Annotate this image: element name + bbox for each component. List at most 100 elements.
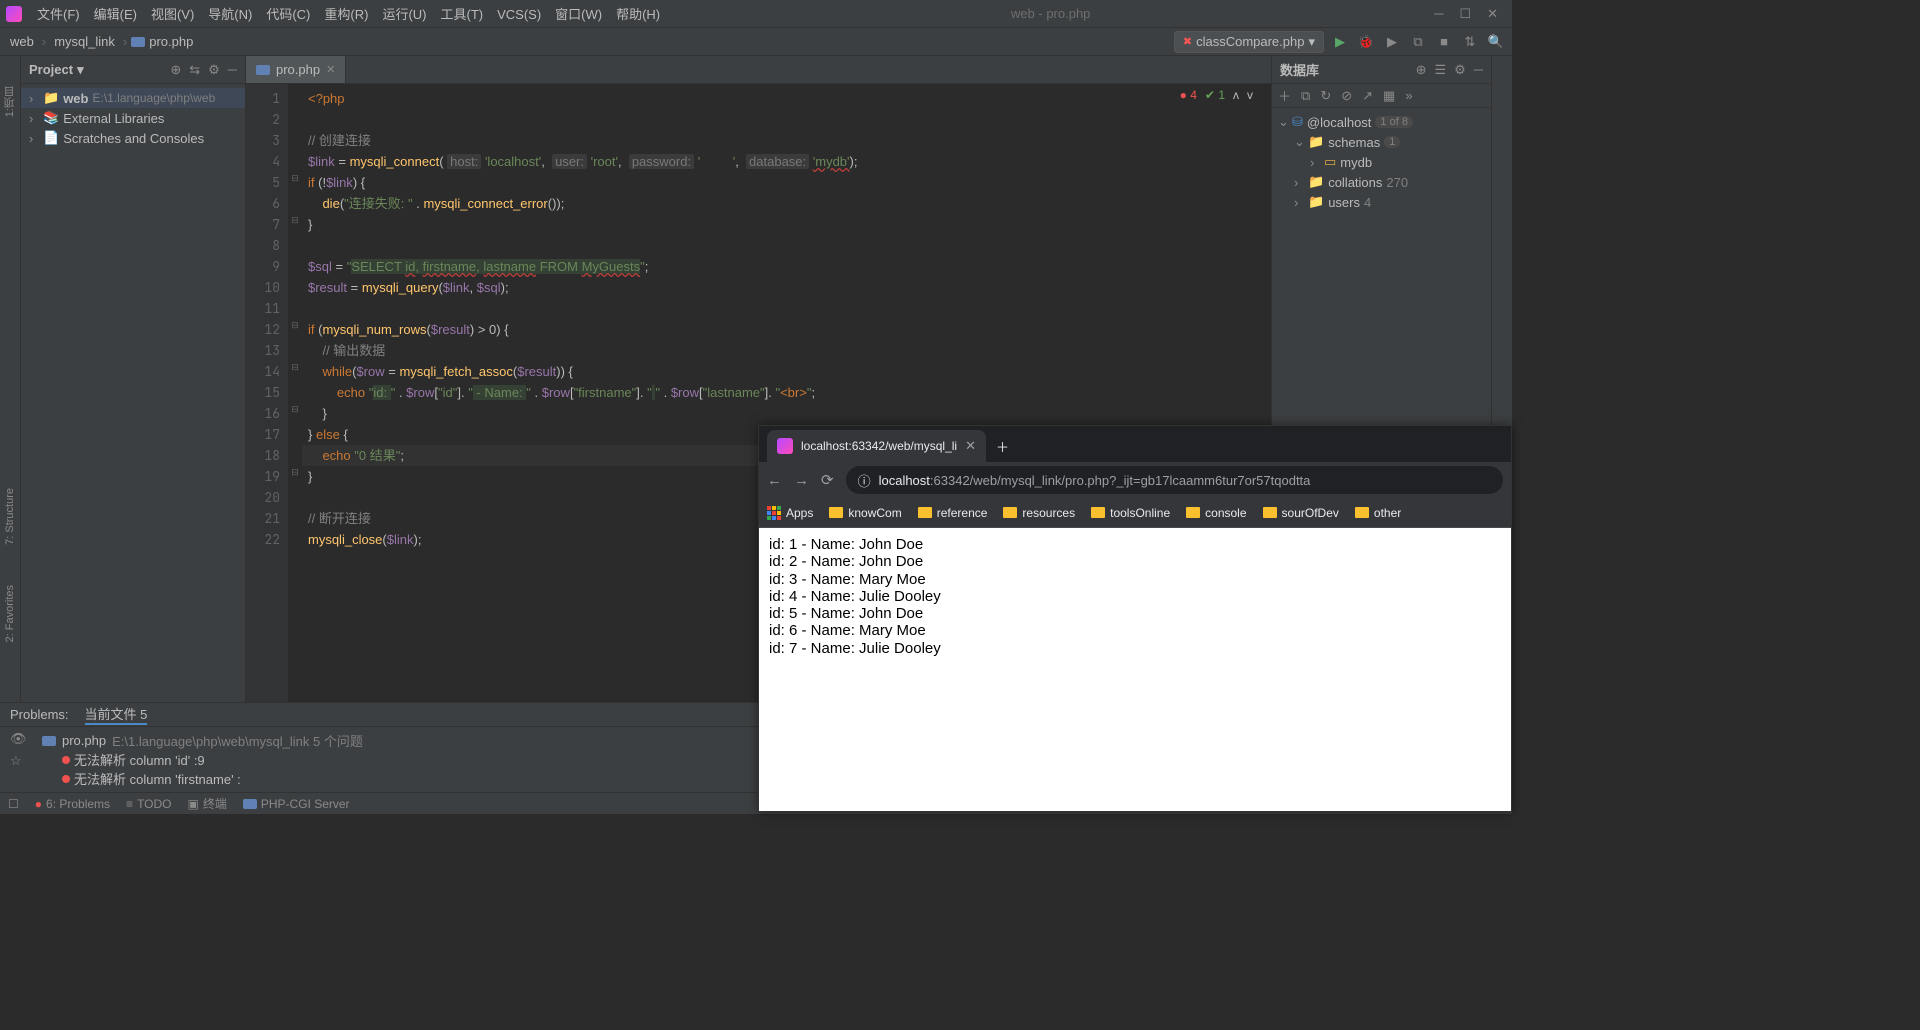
hide-icon[interactable]: ─: [1474, 62, 1483, 78]
editor-inspection-status[interactable]: ● 4 ✔ 1 ʌ v: [1180, 88, 1253, 102]
status-terminal[interactable]: ▣ 终端: [188, 795, 227, 812]
gear-icon[interactable]: ⚙: [1454, 62, 1466, 78]
tree-root[interactable]: › 📁 web E:\1.language\php\web: [21, 88, 245, 108]
tree-label: users: [1328, 195, 1360, 210]
menu-item[interactable]: 工具(T): [433, 7, 490, 22]
minimize-icon[interactable]: ─: [1434, 6, 1443, 22]
output-line: id: 5 - Name: John Doe: [769, 605, 1501, 622]
tab-label: pro.php: [276, 62, 320, 77]
bookmark-item[interactable]: Apps: [767, 506, 813, 520]
tree-item[interactable]: › 📚 External Libraries: [21, 108, 245, 128]
more-icon[interactable]: »: [1405, 88, 1412, 103]
tool-project[interactable]: 1:项目: [2, 86, 18, 117]
forward-icon[interactable]: →: [794, 472, 809, 489]
folder-icon: 📁: [43, 90, 59, 106]
folder-icon: [829, 507, 843, 518]
new-tab-button[interactable]: ＋: [986, 430, 1019, 462]
jump-icon[interactable]: ↗: [1362, 88, 1373, 104]
status-problems[interactable]: ●6: Problems: [35, 797, 110, 811]
close-tab-icon[interactable]: ✕: [965, 438, 976, 454]
menu-item[interactable]: 视图(V): [144, 7, 201, 22]
add-icon[interactable]: ＋: [1278, 86, 1291, 105]
folder-icon: 📁: [1308, 194, 1324, 210]
app-logo-icon: [6, 6, 22, 22]
eye-icon[interactable]: 👁: [10, 731, 34, 747]
browser-tab[interactable]: localhost:63342/web/mysql_li ✕: [767, 430, 986, 462]
library-icon: 📚: [43, 110, 59, 126]
collapse-icon[interactable]: ⇆: [189, 62, 200, 78]
status-todo[interactable]: ≡ TODO: [126, 797, 171, 811]
stop-button[interactable]: ■: [1434, 32, 1454, 52]
chevron-right-icon: ›: [38, 34, 50, 49]
gear-icon[interactable]: ⚙: [208, 62, 220, 78]
star-icon[interactable]: ☆: [10, 753, 34, 769]
tool-favorites[interactable]: 2: Favorites: [4, 585, 16, 642]
folder-icon: [1091, 507, 1105, 518]
tree-label: External Libraries: [63, 111, 164, 126]
schema-icon: ▭: [1324, 154, 1336, 170]
menu-item[interactable]: 编辑(E): [87, 7, 144, 22]
window-icon[interactable]: ☐: [8, 797, 19, 811]
menu-item[interactable]: 文件(F): [30, 7, 87, 22]
menu-item[interactable]: VCS(S): [490, 7, 548, 22]
vcs-button[interactable]: ⇅: [1460, 32, 1480, 52]
tree-label: schemas: [1328, 135, 1380, 150]
breadcrumb-item[interactable]: pro.php: [145, 34, 197, 49]
folder-icon: 📁: [1308, 134, 1324, 150]
menu-item[interactable]: 代码(C): [259, 7, 317, 22]
menu-item[interactable]: 运行(U): [375, 7, 433, 22]
stop-icon[interactable]: ⊘: [1341, 88, 1352, 104]
profiler-button[interactable]: ⧉: [1408, 32, 1428, 52]
bookmark-item[interactable]: reference: [918, 506, 988, 520]
reload-icon[interactable]: ⟳: [821, 471, 834, 489]
run-config-selector[interactable]: ✖ classCompare.php ▾: [1174, 31, 1324, 53]
bookmark-item[interactable]: toolsOnline: [1091, 506, 1170, 520]
db-host[interactable]: ⌄ ⛁ @localhost 1 of 8: [1278, 112, 1485, 132]
tree-item[interactable]: › 📄 Scratches and Consoles: [21, 128, 245, 148]
menu-item[interactable]: 重构(R): [317, 7, 375, 22]
table-icon[interactable]: ▦: [1383, 88, 1395, 104]
menu-item[interactable]: 帮助(H): [609, 7, 667, 22]
breadcrumb-item[interactable]: mysql_link: [50, 34, 119, 49]
debug-button[interactable]: 🐞: [1356, 32, 1376, 52]
refresh-icon[interactable]: ↻: [1320, 88, 1331, 104]
close-tab-icon[interactable]: ✕: [326, 63, 335, 76]
count-badge: 1: [1384, 136, 1400, 148]
db-schemas[interactable]: ⌄ 📁 schemas 1: [1278, 132, 1485, 152]
hide-icon[interactable]: ─: [228, 62, 237, 78]
bookmark-item[interactable]: knowCom: [829, 506, 901, 520]
db-collations[interactable]: › 📁 collations 270: [1278, 172, 1485, 192]
run-button[interactable]: ▶: [1330, 32, 1350, 52]
close-icon[interactable]: ✕: [1487, 6, 1498, 22]
output-line: id: 3 - Name: Mary Moe: [769, 571, 1501, 588]
locate-icon[interactable]: ⊕: [1416, 62, 1427, 78]
chevron-down-icon[interactable]: ▾: [77, 62, 84, 78]
menu-item[interactable]: 导航(N): [201, 7, 259, 22]
output-line: id: 6 - Name: Mary Moe: [769, 622, 1501, 639]
maximize-icon[interactable]: ☐: [1459, 6, 1471, 22]
breadcrumb-item[interactable]: web: [6, 34, 38, 49]
bookmark-item[interactable]: sourOfDev: [1263, 506, 1339, 520]
address-bar[interactable]: ⓘ localhost:63342/web/mysql_link/pro.php…: [846, 466, 1503, 494]
problems-label: Problems:: [10, 707, 69, 722]
status-php-cgi[interactable]: PHP-CGI Server: [243, 797, 350, 811]
menu-item[interactable]: 窗口(W): [548, 7, 609, 22]
editor-tab[interactable]: pro.php ✕: [246, 56, 346, 83]
bookmark-item[interactable]: console: [1186, 506, 1246, 520]
copy-icon[interactable]: ⧉: [1301, 88, 1310, 104]
filter-icon[interactable]: ☰: [1434, 62, 1446, 78]
db-users[interactable]: › 📁 users 4: [1278, 192, 1485, 212]
folder-icon: 📁: [1308, 174, 1324, 190]
problems-tab-current-file[interactable]: 当前文件 5: [85, 704, 148, 725]
window-title: web - pro.php: [667, 6, 1434, 21]
search-button[interactable]: 🔍: [1486, 32, 1506, 52]
gutter: 12345678910111213141516171819202122: [246, 84, 288, 702]
tool-structure[interactable]: 7: Structure: [4, 488, 16, 545]
bookmark-item[interactable]: other: [1355, 506, 1401, 520]
coverage-button[interactable]: ▶: [1382, 32, 1402, 52]
browser-nav: ← → ⟳ ⓘ localhost:63342/web/mysql_link/p…: [759, 462, 1511, 498]
db-schema-mydb[interactable]: › ▭ mydb: [1278, 152, 1485, 172]
bookmark-item[interactable]: resources: [1003, 506, 1075, 520]
locate-icon[interactable]: ⊕: [170, 62, 181, 78]
back-icon[interactable]: ←: [767, 472, 782, 489]
